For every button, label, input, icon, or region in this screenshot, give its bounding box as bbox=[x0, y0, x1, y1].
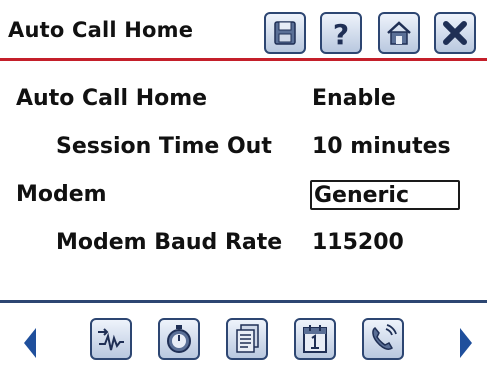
page-title: Auto Call Home bbox=[8, 18, 194, 42]
stopwatch-icon bbox=[167, 325, 191, 353]
save-button[interactable] bbox=[264, 12, 306, 54]
next-arrow-icon[interactable] bbox=[458, 326, 474, 360]
home-button[interactable] bbox=[378, 12, 420, 54]
toolbar-signal-button[interactable] bbox=[90, 318, 132, 360]
title-bar: Auto Call Home ? bbox=[0, 0, 487, 61]
session-time-out-value[interactable]: 10 minutes bbox=[312, 134, 451, 159]
modem-baud-rate-label: Modem Baud Rate bbox=[56, 230, 283, 255]
modem-field[interactable]: Generic bbox=[310, 180, 460, 210]
auto-call-home-value[interactable]: Enable bbox=[312, 86, 396, 111]
modem-baud-rate-value[interactable]: 115200 bbox=[312, 230, 404, 255]
toolbar-divider bbox=[0, 300, 487, 303]
device-screen: Auto Call Home ? Auto Call Home Enable S… bbox=[0, 0, 487, 368]
close-x-icon bbox=[443, 21, 467, 45]
close-button[interactable] bbox=[434, 12, 476, 54]
toolbar-documents-button[interactable] bbox=[226, 318, 268, 360]
toolbar-calendar-button[interactable] bbox=[294, 318, 336, 360]
help-button[interactable]: ? bbox=[320, 12, 362, 54]
svg-text:?: ? bbox=[333, 18, 349, 49]
documents-icon bbox=[236, 324, 259, 353]
title-divider bbox=[0, 58, 487, 61]
modem-label: Modem bbox=[16, 182, 107, 207]
save-disk-icon bbox=[274, 21, 296, 45]
toolbar-phone-button[interactable] bbox=[362, 318, 404, 360]
signal-waveform-icon bbox=[98, 328, 124, 351]
question-icon: ? bbox=[333, 18, 349, 49]
auto-call-home-label: Auto Call Home bbox=[16, 86, 208, 111]
toolbar-diagnostics-button[interactable] bbox=[158, 318, 200, 360]
calendar-icon bbox=[303, 325, 327, 353]
session-time-out-label: Session Time Out bbox=[56, 134, 272, 159]
previous-arrow-icon[interactable] bbox=[22, 326, 38, 360]
modem-value: Generic bbox=[314, 183, 409, 208]
phone-call-icon bbox=[372, 324, 397, 350]
home-icon bbox=[387, 21, 411, 45]
